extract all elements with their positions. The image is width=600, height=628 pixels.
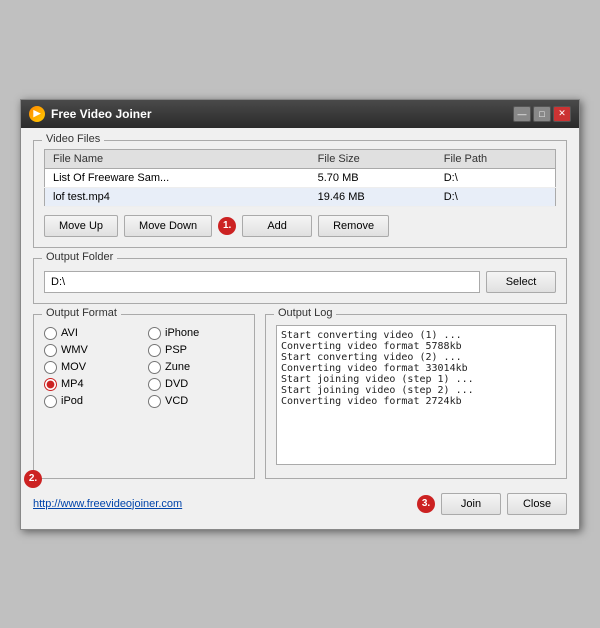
table-row[interactable]: lof test.mp419.46 MBD:\ <box>45 187 556 206</box>
output-log-group: Output Log <box>265 314 567 479</box>
join-button[interactable]: Join <box>441 493 501 515</box>
file-table: File Name File Size File Path List Of Fr… <box>44 149 556 207</box>
output-folder-row: Select <box>44 271 556 293</box>
output-folder-group: Output Folder Select <box>33 258 567 304</box>
title-bar-left: ▶ Free Video Joiner <box>29 106 151 122</box>
format-radio-item[interactable]: VCD <box>148 395 244 408</box>
app-icon: ▶ <box>29 106 45 122</box>
format-radio-grid: AVI iPhone WMV PSP MOV Zune MP4 DVD iPod VCD <box>44 327 244 408</box>
output-log-label: Output Log <box>274 307 336 319</box>
format-radio-avi[interactable] <box>44 327 57 340</box>
format-radio-item[interactable]: WMV <box>44 344 140 357</box>
move-down-button[interactable]: Move Down <box>124 215 212 237</box>
format-radio-wmv[interactable] <box>44 344 57 357</box>
format-radio-vcd[interactable] <box>148 395 161 408</box>
title-bar: ▶ Free Video Joiner — □ ✕ <box>21 100 579 128</box>
step3-badge: 3. <box>417 495 435 513</box>
remove-button[interactable]: Remove <box>318 215 389 237</box>
format-radio-ipod[interactable] <box>44 395 57 408</box>
format-radio-item[interactable]: PSP <box>148 344 244 357</box>
output-format-group: Output Format AVIiPhoneWMVPSPMOVZuneMP4D… <box>33 314 255 479</box>
main-window: ▶ Free Video Joiner — □ ✕ Video Files Fi… <box>20 99 580 530</box>
format-radio-item[interactable]: AVI <box>44 327 140 340</box>
format-radio-item[interactable]: MP4 <box>44 378 140 391</box>
format-radio-zune[interactable] <box>148 361 161 374</box>
website-link[interactable]: http://www.freevideojoiner.com <box>33 498 182 510</box>
close-button[interactable]: Close <box>507 493 567 515</box>
output-log-textarea <box>276 325 556 465</box>
title-controls: — □ ✕ <box>513 106 571 122</box>
format-radio-iphone[interactable] <box>148 327 161 340</box>
move-up-button[interactable]: Move Up <box>44 215 118 237</box>
content-area: Video Files File Name File Size File Pat… <box>21 128 579 529</box>
close-window-button[interactable]: ✕ <box>553 106 571 122</box>
format-radio-mov[interactable] <box>44 361 57 374</box>
file-action-buttons: Move Up Move Down 1. Add Remove <box>44 215 556 237</box>
add-button[interactable]: Add <box>242 215 312 237</box>
format-radio-dvd[interactable] <box>148 378 161 391</box>
window-title: Free Video Joiner <box>51 107 151 121</box>
maximize-button[interactable]: □ <box>533 106 551 122</box>
format-radio-item[interactable]: MOV <box>44 361 140 374</box>
col-filesize: File Size <box>310 149 436 168</box>
step2-badge: 2. <box>24 470 42 488</box>
format-radio-item[interactable]: Zune <box>148 361 244 374</box>
output-format-label: Output Format <box>42 307 121 319</box>
select-folder-button[interactable]: Select <box>486 271 556 293</box>
lower-section: Output Format AVIiPhoneWMVPSPMOVZuneMP4D… <box>33 314 567 479</box>
format-radio-item[interactable]: iPhone <box>148 327 244 340</box>
bottom-bar: http://www.freevideojoiner.com 3. Join C… <box>33 489 567 517</box>
minimize-button[interactable]: — <box>513 106 531 122</box>
format-radio-mp4[interactable] <box>44 378 57 391</box>
format-radio-item[interactable]: iPod <box>44 395 140 408</box>
format-radio-item[interactable]: DVD <box>148 378 244 391</box>
step1-badge: 1. <box>218 217 236 235</box>
format-radio-psp[interactable] <box>148 344 161 357</box>
bottom-buttons: 3. Join Close <box>417 493 567 515</box>
output-folder-label: Output Folder <box>42 251 117 263</box>
video-files-label: Video Files <box>42 133 104 145</box>
video-files-group: Video Files File Name File Size File Pat… <box>33 140 567 248</box>
col-filename: File Name <box>45 149 310 168</box>
table-row[interactable]: List Of Freeware Sam...5.70 MBD:\ <box>45 168 556 187</box>
output-folder-input[interactable] <box>44 271 480 293</box>
col-filepath: File Path <box>436 149 556 168</box>
